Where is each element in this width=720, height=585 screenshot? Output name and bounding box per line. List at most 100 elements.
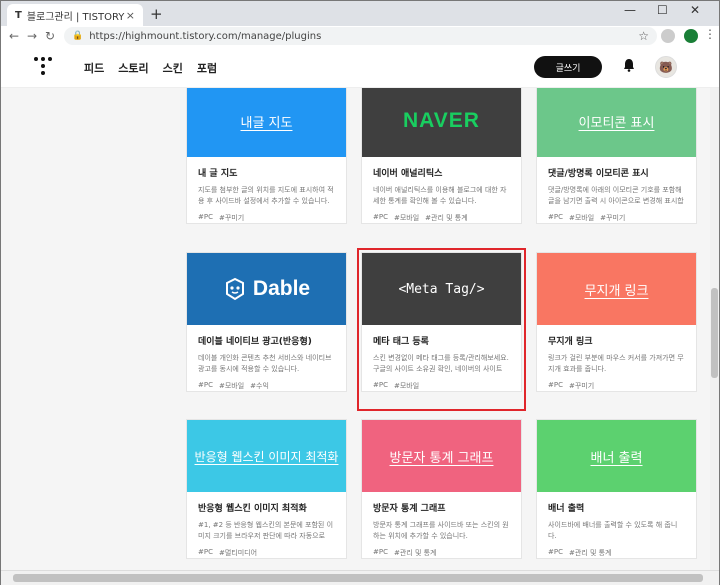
plugin-name: 댓글/방명록 이모티콘 표시 [548, 169, 649, 179]
nav-feed[interactable]: 피드 [84, 60, 104, 76]
plugin-tags: #PC #멀티미디어 [198, 548, 335, 558]
bookmark-star-icon[interactable]: ☆ [638, 29, 649, 43]
tag: #꾸미기 [568, 382, 595, 390]
plugin-card[interactable]: NAVER 네이버 애널리틱스 네이버 애널리틱스를 이용해 블로그에 대한 자… [361, 88, 522, 224]
tag: #멀티미디어 [218, 549, 258, 557]
horizontal-scrollbar[interactable] [1, 570, 719, 585]
tistory-logo-icon[interactable] [34, 57, 52, 75]
tag: #관리 및 통계 [568, 549, 612, 557]
dable-logo-icon [225, 277, 244, 301]
site-header: 피드 스토리 스킨 포럼 글쓰기 🐻 [1, 46, 719, 88]
plugin-description: #1, #2 등 반응형 웹스킨의 본문에 포함된 이미지 크기를 브라우저 판… [198, 521, 334, 540]
plugin-card[interactable]: 반응형 웹스킨 이미지 최적화 반응형 웹스킨 이미지 최적화 #1, #2 등… [186, 419, 347, 559]
plugin-tags: #PC #관리 및 통계 [548, 548, 685, 558]
plugin-thumbnail: 배너 출력 [537, 420, 696, 492]
plugin-tags: #PC #모바일 #관리 및 통계 [373, 213, 510, 223]
dable-wordmark: Dable [252, 277, 311, 300]
plugin-tags: #PC #모바일 #수익 [198, 381, 335, 391]
thumbnail-label: 반응형 웹스킨 이미지 최적화 [194, 449, 339, 464]
plugin-description: 댓글/방명록에 아래의 이모티콘 기호를 포함해 글을 남기면 출력 시 아이콘… [548, 186, 684, 205]
user-avatar[interactable]: 🐻 [655, 56, 677, 78]
plugin-tags: #PC #관리 및 통계 [373, 548, 510, 558]
thumbnail-label: 배너 출력 [590, 450, 643, 466]
write-post-button[interactable]: 글쓰기 [534, 56, 602, 78]
scrollbar-thumb[interactable] [13, 574, 703, 582]
nav-story[interactable]: 스토리 [118, 60, 148, 76]
profile-avatar-icon[interactable] [684, 29, 698, 43]
plugin-description: 지도를 첨부한 글의 위치를 지도에 표시하여 적용 후 사이드바 설정에서 추… [198, 186, 334, 205]
reload-icon[interactable]: ↻ [41, 29, 59, 43]
browser-menu-icon[interactable]: ⋮ [704, 27, 716, 41]
plugin-name: 배너 출력 [548, 504, 585, 514]
highlight-box [357, 248, 526, 411]
plugin-description: 네이버 애널리틱스를 이용해 블로그에 대한 자세한 통계를 확인해 볼 수 있… [373, 186, 507, 205]
tag: #PC [548, 381, 563, 389]
plugin-name: 네이버 애널리틱스 [373, 169, 443, 179]
plugin-name: 데이블 네이티브 광고(반응형) [198, 337, 312, 347]
url-text[interactable]: https://highmount.tistory.com/manage/plu… [89, 31, 638, 42]
plugin-tags: #PC #꾸미기 [548, 381, 685, 391]
plugin-card[interactable]: 방문자 통계 그래프 방문자 통계 그래프 방문자 통계 그래프를 사이드바 또… [361, 419, 522, 559]
extension-icon[interactable] [661, 29, 675, 43]
nav-forum[interactable]: 포럼 [197, 60, 217, 76]
plugin-card[interactable]: Dable 데이블 네이티브 광고(반응형) 데이블 개인화 콘텐츠 추천 서비… [186, 252, 347, 392]
address-bar[interactable]: 🔒 https://highmount.tistory.com/manage/p… [64, 27, 657, 45]
plugin-card[interactable]: 내글 지도 내 글 지도 지도를 첨부한 글의 위치를 지도에 표시하여 적용 … [186, 88, 347, 224]
thumbnail-label: 무지개 링크 [584, 283, 649, 299]
forward-icon[interactable]: → [23, 29, 41, 43]
plugin-description: 링크가 걸린 부분에 마우스 커서를 가져가면 무지개 효과를 줍니다. [548, 354, 684, 373]
plugin-tags: #PC #모바일 #꾸미기 [548, 213, 685, 223]
tistory-favicon-icon: T [15, 10, 22, 21]
plugin-thumbnail: 반응형 웹스킨 이미지 최적화 [187, 420, 346, 492]
thumbnail-label: 이모티콘 표시 [578, 115, 655, 131]
close-tab-icon[interactable]: × [126, 9, 135, 22]
close-window-button[interactable]: ✕ [690, 3, 700, 17]
tag: #PC [198, 213, 213, 221]
plugin-tags: #PC #꾸미기 [198, 213, 335, 223]
tag: #PC [373, 213, 388, 221]
plugin-card[interactable]: 이모티콘 표시 댓글/방명록 이모티콘 표시 댓글/방명록에 아래의 이모티콘 … [536, 88, 697, 224]
tag: #관리 및 통계 [393, 549, 437, 557]
plugin-description: 사이드바에 배너를 출력할 수 있도록 해 줍니다. [548, 521, 678, 540]
browser-tab[interactable]: T 블로그관리 | TISTORY × [7, 4, 143, 27]
plugin-name: 반응형 웹스킨 이미지 최적화 [198, 504, 307, 514]
browser-tabstrip: T 블로그관리 | TISTORY × + — ☐ ✕ [0, 0, 720, 27]
plugin-thumbnail: Dable [187, 253, 346, 325]
tag: #모바일 [393, 214, 420, 222]
thumbnail-label: 방문자 통계 그래프 [389, 450, 494, 466]
tag: #PC [373, 548, 388, 556]
maximize-button[interactable]: ☐ [657, 3, 668, 17]
plugin-thumbnail: 무지개 링크 [537, 253, 696, 325]
browser-toolbar: ← → ↻ 🔒 https://highmount.tistory.com/ma… [0, 26, 720, 46]
tab-title: 블로그관리 | TISTORY [26, 12, 125, 23]
plugin-thumbnail: 이모티콘 표시 [537, 88, 696, 157]
tag: #꾸미기 [600, 214, 626, 222]
plugin-card[interactable]: 무지개 링크 무지개 링크 링크가 걸린 부분에 마우스 커서를 가져가면 무지… [536, 252, 697, 392]
tag: #PC [548, 213, 563, 221]
scrollbar-thumb[interactable] [711, 288, 718, 378]
plugin-card[interactable]: 배너 출력 배너 출력 사이드바에 배너를 출력할 수 있도록 해 줍니다. #… [536, 419, 697, 559]
vertical-scrollbar[interactable] [710, 88, 719, 570]
tag: #PC [548, 548, 563, 556]
minimize-button[interactable]: — [624, 3, 636, 17]
nav-skin[interactable]: 스킨 [163, 60, 183, 76]
plugin-thumbnail: 방문자 통계 그래프 [362, 420, 521, 492]
plugin-description: 방문자 통계 그래프를 사이드바 또는 스킨의 원하는 위치에 추가할 수 있습… [373, 521, 509, 540]
back-icon[interactable]: ← [5, 29, 23, 43]
plugin-thumbnail: NAVER [362, 88, 521, 157]
plugin-name: 무지개 링크 [548, 337, 593, 347]
tag: #모바일 [568, 214, 595, 222]
tag: #PC [198, 381, 213, 389]
tag: #PC [198, 548, 213, 556]
tag: #꾸미기 [218, 214, 245, 222]
lock-icon[interactable]: 🔒 [72, 31, 83, 41]
plugin-name: 방문자 통계 그래프 [373, 504, 446, 514]
naver-logo: NAVER [403, 109, 480, 132]
tag: #관리 및 통계 [425, 214, 468, 222]
global-nav: 피드 스토리 스킨 포럼 [84, 60, 217, 76]
notification-bell-icon[interactable] [623, 58, 635, 72]
tag: #모바일 [218, 382, 245, 390]
new-tab-button[interactable]: + [150, 5, 163, 23]
plugin-description: 데이블 개인화 콘텐츠 추천 서비스와 네이티브 광고를 동시에 적용할 수 있… [198, 354, 332, 373]
plugin-thumbnail: 내글 지도 [187, 88, 346, 157]
